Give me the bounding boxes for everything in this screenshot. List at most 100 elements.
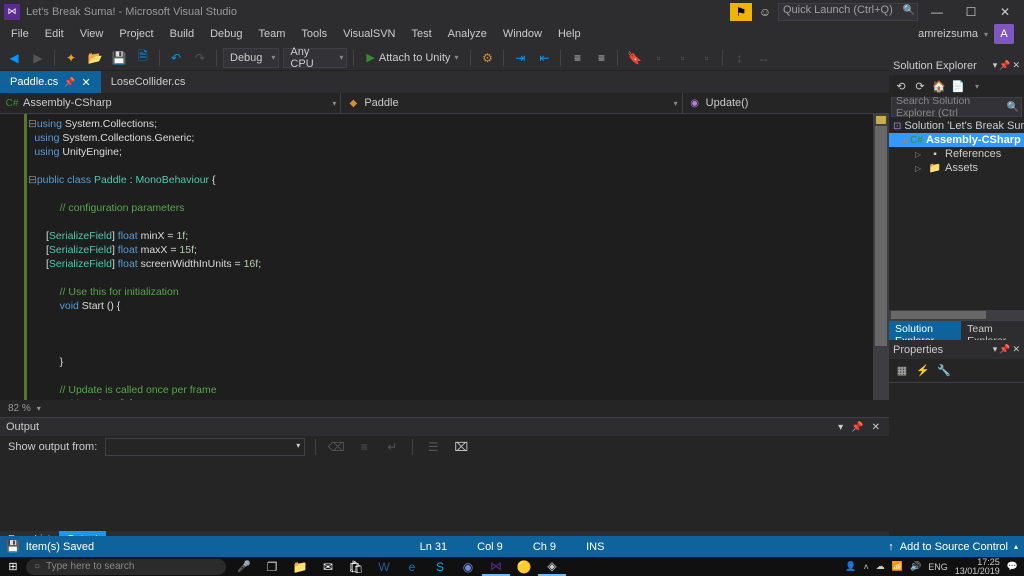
discord-icon[interactable]: ◉ [454,557,482,576]
prop-drop-icon[interactable]: ▾ [993,344,998,355]
output-toggle-icon[interactable]: ≡ [354,437,374,457]
nav-class-dropdown[interactable]: ◆ Paddle [341,93,682,113]
output-wrap-icon[interactable]: ↵ [382,437,402,457]
menu-file[interactable]: File [4,25,36,43]
close-tab-icon[interactable]: ✕ [82,76,91,89]
se-sync-icon[interactable]: ⟳ [912,78,928,94]
bookmark-icon[interactable]: 🔖 [624,48,644,68]
tab-paddle[interactable]: Paddle.cs 📌 ✕ [0,71,101,93]
explorer-icon[interactable]: 📁 [286,557,314,576]
save-button[interactable]: 💾 [109,48,129,68]
back-button[interactable]: ◀ [4,48,24,68]
indent-icon[interactable]: ≡ [567,48,587,68]
tree-project-node[interactable]: ◢C#Assembly-CSharp [889,133,1024,147]
open-button[interactable]: 📂 [85,48,105,68]
panel-pin-icon[interactable]: 📌 [848,422,866,433]
menu-build[interactable]: Build [163,25,201,43]
nav-project-dropdown[interactable]: C# Assembly-CSharp [0,93,341,113]
chrome-icon[interactable]: 🟡 [510,557,538,576]
attach-button[interactable]: ▶ Attach to Unity ▾ [360,51,464,64]
tray-cloud-icon[interactable]: ☁ [876,561,885,572]
close-button[interactable]: ✕ [990,2,1020,22]
panel-close-icon[interactable]: ✕ [869,422,883,433]
notifications-icon[interactable]: ⚑ [730,3,752,21]
tree-solution-node[interactable]: ⊡Solution 'Let's Break Suma!' (1 [889,119,1024,133]
tray-lang[interactable]: ENG [928,562,948,572]
redo-button[interactable]: ↷ [190,48,210,68]
menu-project[interactable]: Project [112,25,160,43]
prop-close-icon[interactable]: ✕ [1012,344,1020,355]
menu-test[interactable]: Test [404,25,438,43]
tray-wifi-icon[interactable]: 📶 [892,561,903,572]
output-clear2-icon[interactable]: ⌧ [451,437,471,457]
menu-window[interactable]: Window [496,25,549,43]
se-hscrollbar[interactable] [889,310,1024,320]
skype-icon[interactable]: S [426,557,454,576]
se-pin-icon[interactable]: 📌 [999,60,1010,71]
vertical-scrollbar[interactable] [873,114,889,400]
tree-references-node[interactable]: ▷▪References [889,147,1024,161]
menu-analyze[interactable]: Analyze [441,25,494,43]
edge-icon[interactable]: e [398,557,426,576]
platform-dropdown[interactable]: Any CPU [283,48,347,68]
quick-launch-input[interactable]: Quick Launch (Ctrl+Q) [778,3,918,21]
task-view-icon[interactable]: ❐ [258,557,286,576]
start-button[interactable]: ⊞ [0,557,26,576]
user-menu[interactable]: amreizsuma ▾ A [918,24,1020,44]
se-close-icon[interactable]: ✕ [1012,60,1020,71]
se-search-input[interactable]: Search Solution Explorer (Ctrl [891,97,1022,117]
menu-visualsvn[interactable]: VisualSVN [336,25,402,43]
output-clear-icon[interactable]: ⌫ [326,437,346,457]
output-source-dropdown[interactable] [105,438,305,456]
tab-team-explorer[interactable]: Team Explorer [961,321,1024,340]
mic-icon[interactable]: 🎤 [230,560,258,573]
se-home-icon[interactable]: ⟲ [893,78,909,94]
taskbar-search[interactable]: ○ Type here to search [26,559,226,575]
solution-tree[interactable]: ⊡Solution 'Let's Break Suma!' (1 ◢C#Asse… [889,117,1024,310]
toolbox-icon[interactable]: ⚙ [477,48,497,68]
config-dropdown[interactable]: Debug [223,48,279,68]
store-icon[interactable]: 🛍 [342,557,370,576]
zoom-indicator[interactable]: 82 % [0,400,889,417]
forward-button[interactable]: ▶ [28,48,48,68]
output-content[interactable] [0,458,889,531]
prop-az-icon[interactable]: ⚡ [914,362,932,380]
prop-pin-icon[interactable]: 📌 [999,344,1010,355]
tray-up-icon[interactable]: ˄ [864,562,869,572]
feedback-icon[interactable]: ☺ [756,3,774,21]
output-list-icon[interactable]: ☰ [423,437,443,457]
mail-icon[interactable]: ✉ [314,557,342,576]
tray-clock[interactable]: 17:25 13/01/2019 [955,558,1000,576]
menu-team[interactable]: Team [252,25,293,43]
step-icon-1[interactable]: ⇥ [510,48,530,68]
tab-solution-explorer[interactable]: Solution Explorer [889,321,961,340]
maximize-button[interactable]: ☐ [956,2,986,22]
tray-notifications-icon[interactable]: 💬 [1007,561,1018,572]
se-house-icon[interactable]: 🏠 [931,78,947,94]
tray-people-icon[interactable]: 👤 [845,561,856,572]
pin-icon[interactable]: 📌 [64,77,75,88]
se-collapse-icon[interactable]: 📄 [950,78,966,94]
menu-debug[interactable]: Debug [203,25,249,43]
tab-losecollider[interactable]: LoseCollider.cs [101,71,196,93]
tree-assets-node[interactable]: ▷📁Assets [889,161,1024,175]
menu-help[interactable]: Help [551,25,588,43]
unity-icon[interactable]: ◈ [538,557,566,576]
step-icon-2[interactable]: ⇤ [534,48,554,68]
code-editor[interactable]: ⊟using System.Collections; using System.… [0,114,889,400]
panel-dropdown-icon[interactable]: ▾ [835,422,846,433]
source-control-up-icon[interactable]: ↑ [888,541,894,553]
prop-wrench-icon[interactable]: 🔧 [935,362,953,380]
menu-tools[interactable]: Tools [294,25,334,43]
minimize-button[interactable]: — [922,2,952,22]
se-drop-icon[interactable]: ▾ [993,60,998,71]
new-project-button[interactable]: ✦ [61,48,81,68]
vs-taskbar-icon[interactable]: ⋈ [482,557,510,576]
prop-cat-icon[interactable]: ▦ [893,362,911,380]
tray-volume-icon[interactable]: 🔊 [910,561,921,572]
save-all-button[interactable]: 🗎 [133,48,153,68]
undo-button[interactable]: ↶ [166,48,186,68]
outdent-icon[interactable]: ≡ [591,48,611,68]
word-icon[interactable]: W [370,557,398,576]
menu-view[interactable]: View [73,25,111,43]
